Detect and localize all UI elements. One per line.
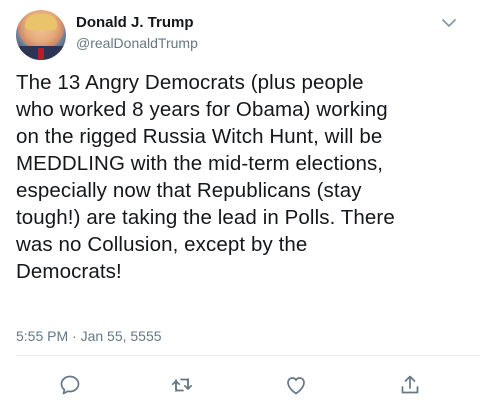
tweet-text-line: MEDDLING with the mid-term elections,: [16, 152, 384, 175]
tweet-text-line: The 13 Angry Democrats (plus people: [16, 71, 364, 94]
avatar-hair: [25, 14, 57, 30]
tweet-text-line: who worked 8 years for Obama) working: [16, 98, 388, 121]
divider: [16, 355, 480, 356]
tweet-actions: [0, 370, 480, 400]
like-icon[interactable]: [284, 373, 308, 397]
tweet-text: The 13 Angry Democrats (plus people who …: [16, 69, 468, 285]
tweet-text-line: on the rigged Russia Witch Hunt, will be: [16, 125, 383, 148]
tweet-text-line: especially now that Republicans (stay: [16, 179, 362, 202]
share-icon[interactable]: [398, 373, 422, 397]
reply-icon[interactable]: [58, 373, 82, 397]
tweet-card: Donald J. Trump @realDonaldTrump The 13 …: [0, 0, 480, 410]
avatar-tie: [38, 48, 44, 60]
chevron-down-icon[interactable]: [440, 14, 458, 32]
tweet-text-line: tough!) are taking the lead in Polls. Th…: [16, 206, 395, 229]
tweet-text-line: was no Collusion, except by the: [16, 233, 308, 256]
tweet-text-line: Democrats!: [16, 260, 122, 283]
avatar[interactable]: [16, 10, 66, 60]
retweet-icon[interactable]: [170, 373, 194, 397]
display-name[interactable]: Donald J. Trump: [76, 14, 194, 31]
tweet-timestamp[interactable]: 5:55 PM · Jan 55, 5555: [16, 328, 162, 344]
user-handle[interactable]: @realDonaldTrump: [76, 35, 198, 51]
